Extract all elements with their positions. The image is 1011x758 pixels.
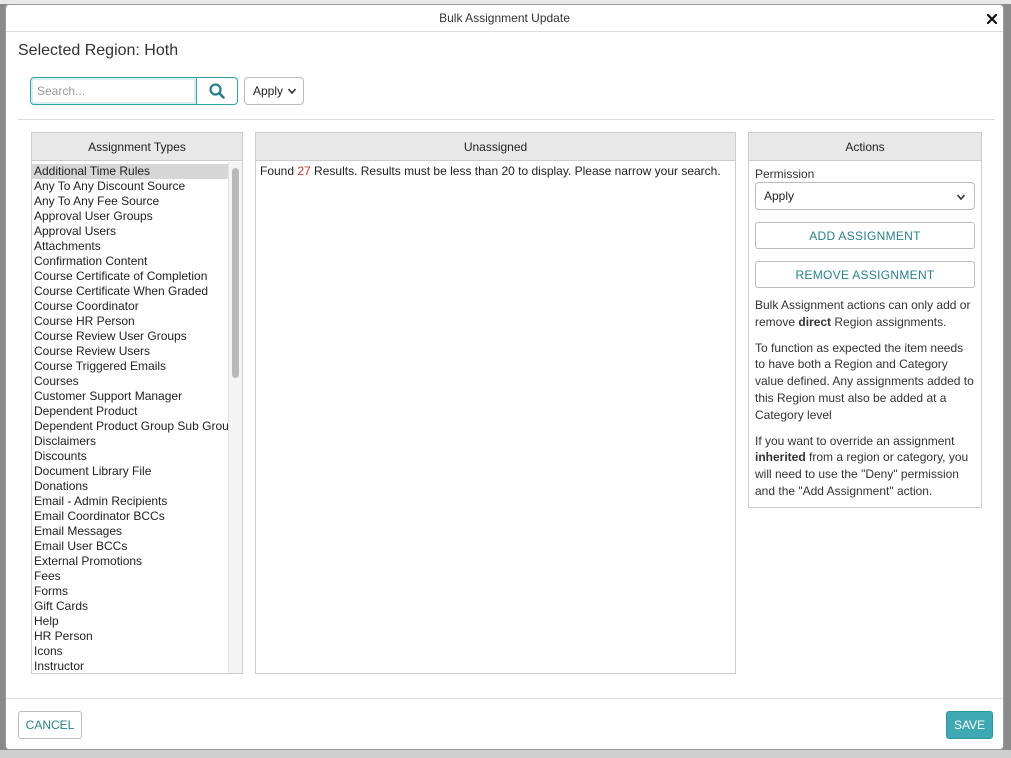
unassigned-panel: Unassigned Found 27 Results. Results mus… — [255, 132, 736, 674]
assignment-type-item[interactable]: Email Messages — [32, 524, 228, 539]
search-bar: Apply — [30, 77, 304, 105]
result-count: 27 — [297, 164, 311, 178]
assignment-type-item[interactable]: Dependent Product Group Sub Group — [32, 419, 228, 434]
section-divider — [18, 119, 995, 120]
assignment-type-item[interactable]: Course Triggered Emails — [32, 359, 228, 374]
override-note: If you want to override an assignment in… — [755, 433, 975, 500]
actions-panel: Actions Permission Apply ADD ASSIGNMENT … — [748, 132, 982, 508]
assignment-type-item[interactable]: Any To Any Fee Source — [32, 194, 228, 209]
note3-inherited: inherited — [755, 450, 806, 465]
found-suffix: Results. Results must be less than 20 to… — [310, 164, 721, 178]
search-button[interactable] — [197, 77, 238, 105]
actions-body: Permission Apply ADD ASSIGNMENT REMOVE A… — [749, 161, 981, 506]
assignment-type-item[interactable]: External Promotions — [32, 554, 228, 569]
assignment-type-item[interactable]: Dependent Product — [32, 404, 228, 419]
assignment-types-header: Assignment Types — [32, 133, 242, 161]
assignment-type-item[interactable]: Confirmation Content — [32, 254, 228, 269]
save-button[interactable]: SAVE — [946, 711, 993, 739]
assignment-type-item[interactable]: Approval User Groups — [32, 209, 228, 224]
permission-select[interactable]: Apply — [755, 182, 975, 210]
search-icon — [209, 83, 225, 99]
footer-divider — [6, 698, 1003, 699]
assignment-type-item[interactable]: Document Library File — [32, 464, 228, 479]
note1-c: Region assignments. — [831, 314, 947, 329]
assignment-type-item[interactable]: Fees — [32, 569, 228, 584]
assignment-type-item[interactable]: Email - Admin Recipients — [32, 494, 228, 509]
assignment-type-item[interactable]: Discounts — [32, 449, 228, 464]
assignment-type-item[interactable]: Any To Any Discount Source — [32, 179, 228, 194]
assignment-types-list[interactable]: Additional Time Rules Any To Any Discount… — [32, 162, 228, 673]
remove-assignment-button[interactable]: REMOVE ASSIGNMENT — [755, 261, 975, 288]
assignment-type-item[interactable]: Courses — [32, 374, 228, 389]
assignment-type-item[interactable]: Disclaimers — [32, 434, 228, 449]
note3-a: If you want to override an assignment — [755, 433, 955, 448]
assignment-type-item[interactable]: Course Certificate When Graded — [32, 284, 228, 299]
assignment-type-item[interactable]: Course Certificate of Completion — [32, 269, 228, 284]
modal-titlebar: Bulk Assignment Update — [6, 5, 1003, 32]
assignment-type-item[interactable]: Course Review Users — [32, 344, 228, 359]
background-strip-bottom — [0, 750, 1011, 758]
close-button[interactable] — [986, 5, 998, 32]
permission-value: Apply — [764, 189, 795, 203]
found-prefix: Found — [260, 164, 298, 178]
direct-assignment-note: Bulk Assignment actions can only add or … — [755, 297, 975, 331]
assignment-type-item[interactable]: Course Review User Groups — [32, 329, 228, 344]
assignment-type-item[interactable]: Instructor — [32, 659, 228, 673]
assignment-types-scrollbar[interactable] — [228, 162, 242, 673]
assignment-type-item[interactable]: Icons — [32, 644, 228, 659]
assignment-type-item[interactable]: Donations — [32, 479, 228, 494]
assignment-types-panel: Assignment Types Additional Time Rules An… — [31, 132, 243, 674]
assignment-type-item[interactable]: Email User BCCs — [32, 539, 228, 554]
scrollbar-thumb[interactable] — [232, 168, 239, 378]
modal-title: Bulk Assignment Update — [439, 11, 570, 25]
close-icon — [986, 13, 998, 24]
cancel-button[interactable]: CANCEL — [18, 711, 82, 739]
assignment-type-item[interactable]: Course HR Person — [32, 314, 228, 329]
assignment-type-item[interactable]: Email Coordinator BCCs — [32, 509, 228, 524]
assignment-type-item[interactable]: Customer Support Manager — [32, 389, 228, 404]
unassigned-message: Found 27 Results. Results must be less t… — [256, 161, 735, 181]
unassigned-header: Unassigned — [256, 133, 735, 161]
chevron-down-icon — [287, 88, 297, 95]
apply-filter-select[interactable]: Apply — [244, 77, 304, 105]
assignment-type-item[interactable]: HR Person — [32, 629, 228, 644]
permission-label: Permission — [755, 167, 815, 181]
chevron-down-icon — [956, 194, 966, 201]
assignment-type-item[interactable]: Attachments — [32, 239, 228, 254]
add-assignment-button[interactable]: ADD ASSIGNMENT — [755, 222, 975, 249]
search-input[interactable] — [30, 77, 197, 105]
assignment-type-item[interactable]: Forms — [32, 584, 228, 599]
assignment-type-item[interactable]: Gift Cards — [32, 599, 228, 614]
assignment-type-item[interactable]: Course Coordinator — [32, 299, 228, 314]
assignment-type-item[interactable]: Approval Users — [32, 224, 228, 239]
note1-direct: direct — [798, 314, 832, 329]
region-heading: Selected Region: Hoth — [18, 42, 179, 59]
region-category-note: To function as expected the item needs t… — [755, 340, 974, 422]
assignment-type-item[interactable]: Help — [32, 614, 228, 629]
assignment-type-item[interactable]: Additional Time Rules — [32, 164, 228, 179]
apply-filter-value: Apply — [253, 84, 284, 98]
actions-header: Actions — [749, 133, 981, 161]
bulk-assignment-modal: Bulk Assignment Update Selected Region: … — [5, 4, 1004, 750]
